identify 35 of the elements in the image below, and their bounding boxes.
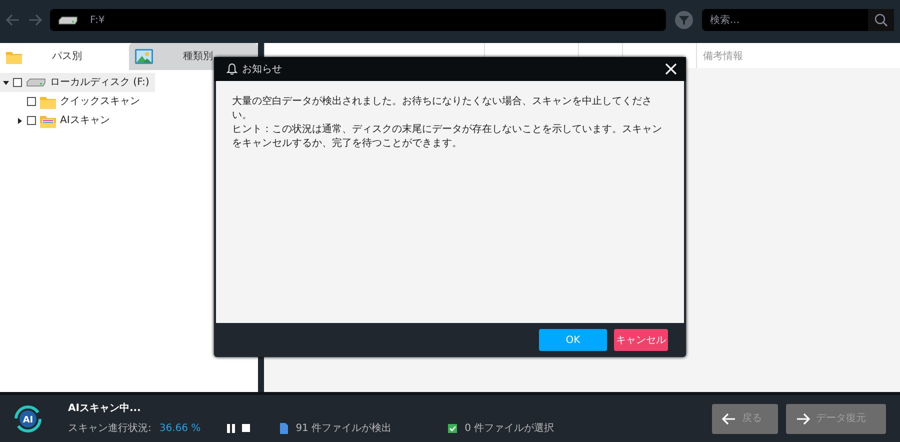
search-field[interactable]: 検索... xyxy=(702,9,868,31)
stop-icon[interactable] xyxy=(242,424,250,432)
progress-label: スキャン進行状況: xyxy=(68,422,152,436)
folder-icon xyxy=(40,114,56,128)
selected-count: 0 件ファイルが選択 xyxy=(464,422,554,436)
column-header: 備考情報 xyxy=(703,51,743,62)
search-icon[interactable] xyxy=(874,13,888,27)
pause-icon[interactable] xyxy=(226,424,235,433)
tree-item[interactable]: ローカルディスク (F:) xyxy=(0,73,156,92)
path-field[interactable]: F:¥ xyxy=(50,9,666,31)
expander-icon[interactable] xyxy=(17,118,23,124)
checkbox-checked-icon xyxy=(448,424,457,433)
ai-logo-icon: AI xyxy=(14,404,42,432)
drive-icon xyxy=(58,16,78,24)
tree-item[interactable]: クイックスキャン xyxy=(14,92,146,111)
right-arrow-icon xyxy=(796,412,810,424)
found-count: 91 件ファイルが検出 xyxy=(296,422,392,436)
close-icon[interactable] xyxy=(664,62,678,76)
cancel-button[interactable]: キャンセル xyxy=(614,329,668,351)
checkbox[interactable] xyxy=(27,116,36,125)
checkbox[interactable] xyxy=(13,78,22,87)
bell-icon xyxy=(226,63,238,75)
tree-item[interactable]: AIスキャン xyxy=(14,111,116,130)
dialog-message: 大量の空白データが検出されました。お待ちになりたくない場合、スキャンを中止してください。 xyxy=(232,95,653,123)
image-icon xyxy=(135,49,153,64)
scan-status-title: AIスキャン中... xyxy=(68,402,142,416)
drive-icon xyxy=(26,78,46,87)
folder-icon xyxy=(40,94,56,108)
left-arrow-icon xyxy=(722,412,736,424)
progress-value: 36.66 % xyxy=(159,422,201,436)
expander-icon[interactable] xyxy=(3,80,9,86)
dialog-message: ヒント：この状況は通常、ディスクの末尾にデータが存在しないことを示しています。スキャンをキャンセルするか、完了を待つことができます。 xyxy=(232,123,663,151)
checkbox[interactable] xyxy=(27,97,36,106)
document-icon xyxy=(280,423,288,434)
folder-icon xyxy=(6,50,22,64)
